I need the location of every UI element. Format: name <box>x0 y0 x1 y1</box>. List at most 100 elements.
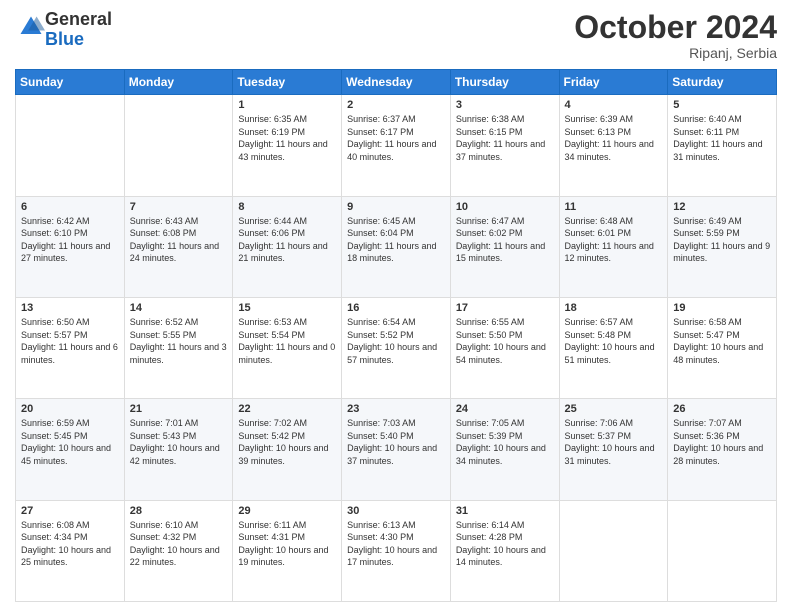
cell-info: Sunrise: 7:07 AM Sunset: 5:36 PM Dayligh… <box>673 417 771 467</box>
day-number: 25 <box>565 403 663 415</box>
day-number: 10 <box>456 201 554 213</box>
day-number: 28 <box>130 505 228 517</box>
calendar-header-row: SundayMondayTuesdayWednesdayThursdayFrid… <box>16 70 777 95</box>
calendar-cell <box>124 95 233 196</box>
day-number: 26 <box>673 403 771 415</box>
cell-info: Sunrise: 7:05 AM Sunset: 5:39 PM Dayligh… <box>456 417 554 467</box>
calendar-cell: 2 Sunrise: 6:37 AM Sunset: 6:17 PM Daylig… <box>342 95 451 196</box>
cell-info: Sunrise: 6:44 AM Sunset: 6:06 PM Dayligh… <box>238 215 336 265</box>
header: General Blue October 2024 Ripanj, Serbia <box>15 10 777 61</box>
day-number: 13 <box>21 302 119 314</box>
cell-info: Sunrise: 6:35 AM Sunset: 6:19 PM Dayligh… <box>238 113 336 163</box>
cell-info: Sunrise: 6:42 AM Sunset: 6:10 PM Dayligh… <box>21 215 119 265</box>
logo-blue-text: Blue <box>45 29 84 49</box>
cell-info: Sunrise: 6:13 AM Sunset: 4:30 PM Dayligh… <box>347 519 445 569</box>
day-number: 17 <box>456 302 554 314</box>
day-number: 6 <box>21 201 119 213</box>
cell-info: Sunrise: 7:01 AM Sunset: 5:43 PM Dayligh… <box>130 417 228 467</box>
cell-info: Sunrise: 6:08 AM Sunset: 4:34 PM Dayligh… <box>21 519 119 569</box>
calendar-cell: 24 Sunrise: 7:05 AM Sunset: 5:39 PM Dayli… <box>450 399 559 500</box>
calendar-cell: 27Sunrise: 6:08 AM Sunset: 4:34 PM Dayli… <box>16 500 125 601</box>
calendar-cell: 31Sunrise: 6:14 AM Sunset: 4:28 PM Dayli… <box>450 500 559 601</box>
cell-info: Sunrise: 6:11 AM Sunset: 4:31 PM Dayligh… <box>238 519 336 569</box>
cell-info: Sunrise: 6:58 AM Sunset: 5:47 PM Dayligh… <box>673 316 771 366</box>
day-number: 19 <box>673 302 771 314</box>
title-block: October 2024 Ripanj, Serbia <box>574 10 777 61</box>
day-number: 9 <box>347 201 445 213</box>
logo: General Blue <box>15 10 112 50</box>
day-number: 23 <box>347 403 445 415</box>
weekday-header-tuesday: Tuesday <box>233 70 342 95</box>
day-number: 18 <box>565 302 663 314</box>
calendar-cell: 6 Sunrise: 6:42 AM Sunset: 6:10 PM Daylig… <box>16 196 125 297</box>
cell-info: Sunrise: 7:03 AM Sunset: 5:40 PM Dayligh… <box>347 417 445 467</box>
cell-info: Sunrise: 6:59 AM Sunset: 5:45 PM Dayligh… <box>21 417 119 467</box>
calendar-cell: 28 Sunrise: 6:10 AM Sunset: 4:32 PM Dayli… <box>124 500 233 601</box>
cell-info: Sunrise: 6:54 AM Sunset: 5:52 PM Dayligh… <box>347 316 445 366</box>
day-number: 11 <box>565 201 663 213</box>
calendar-cell: 17 Sunrise: 6:55 AM Sunset: 5:50 PM Dayli… <box>450 297 559 398</box>
calendar-cell: 26 Sunrise: 7:07 AM Sunset: 5:36 PM Dayli… <box>668 399 777 500</box>
day-number: 1 <box>238 99 336 111</box>
cell-info: Sunrise: 6:10 AM Sunset: 4:32 PM Dayligh… <box>130 519 228 569</box>
cell-info: Sunrise: 6:49 AM Sunset: 5:59 PM Dayligh… <box>673 215 771 265</box>
calendar-cell: 9 Sunrise: 6:45 AM Sunset: 6:04 PM Daylig… <box>342 196 451 297</box>
cell-info: Sunrise: 6:53 AM Sunset: 5:54 PM Dayligh… <box>238 316 336 366</box>
calendar-cell: 23 Sunrise: 7:03 AM Sunset: 5:40 PM Dayli… <box>342 399 451 500</box>
calendar-week-5: 27Sunrise: 6:08 AM Sunset: 4:34 PM Dayli… <box>16 500 777 601</box>
cell-info: Sunrise: 6:55 AM Sunset: 5:50 PM Dayligh… <box>456 316 554 366</box>
cell-info: Sunrise: 6:52 AM Sunset: 5:55 PM Dayligh… <box>130 316 228 366</box>
day-number: 3 <box>456 99 554 111</box>
logo-icon <box>17 13 45 41</box>
calendar-cell <box>559 500 668 601</box>
day-number: 24 <box>456 403 554 415</box>
day-number: 4 <box>565 99 663 111</box>
weekday-header-saturday: Saturday <box>668 70 777 95</box>
calendar-cell: 21 Sunrise: 7:01 AM Sunset: 5:43 PM Dayli… <box>124 399 233 500</box>
cell-info: Sunrise: 6:47 AM Sunset: 6:02 PM Dayligh… <box>456 215 554 265</box>
day-number: 2 <box>347 99 445 111</box>
calendar-cell: 1 Sunrise: 6:35 AM Sunset: 6:19 PM Daylig… <box>233 95 342 196</box>
calendar-cell: 16Sunrise: 6:54 AM Sunset: 5:52 PM Dayli… <box>342 297 451 398</box>
weekday-header-monday: Monday <box>124 70 233 95</box>
calendar-cell: 25 Sunrise: 7:06 AM Sunset: 5:37 PM Dayli… <box>559 399 668 500</box>
day-number: 30 <box>347 505 445 517</box>
calendar-table: SundayMondayTuesdayWednesdayThursdayFrid… <box>15 69 777 602</box>
logo-general-text: General <box>45 9 112 29</box>
calendar-cell: 4Sunrise: 6:39 AM Sunset: 6:13 PM Daylig… <box>559 95 668 196</box>
cell-info: Sunrise: 6:40 AM Sunset: 6:11 PM Dayligh… <box>673 113 771 163</box>
calendar-cell: 18 Sunrise: 6:57 AM Sunset: 5:48 PM Dayli… <box>559 297 668 398</box>
day-number: 7 <box>130 201 228 213</box>
cell-info: Sunrise: 6:43 AM Sunset: 6:08 PM Dayligh… <box>130 215 228 265</box>
cell-info: Sunrise: 6:50 AM Sunset: 5:57 PM Dayligh… <box>21 316 119 366</box>
calendar-cell: 8Sunrise: 6:44 AM Sunset: 6:06 PM Daylig… <box>233 196 342 297</box>
cell-info: Sunrise: 6:14 AM Sunset: 4:28 PM Dayligh… <box>456 519 554 569</box>
calendar-cell: 3 Sunrise: 6:38 AM Sunset: 6:15 PM Daylig… <box>450 95 559 196</box>
cell-info: Sunrise: 6:57 AM Sunset: 5:48 PM Dayligh… <box>565 316 663 366</box>
calendar-cell: 13 Sunrise: 6:50 AM Sunset: 5:57 PM Dayli… <box>16 297 125 398</box>
cell-info: Sunrise: 6:37 AM Sunset: 6:17 PM Dayligh… <box>347 113 445 163</box>
day-number: 21 <box>130 403 228 415</box>
day-number: 22 <box>238 403 336 415</box>
cell-info: Sunrise: 7:06 AM Sunset: 5:37 PM Dayligh… <box>565 417 663 467</box>
calendar-cell <box>668 500 777 601</box>
day-number: 14 <box>130 302 228 314</box>
calendar-cell: 10 Sunrise: 6:47 AM Sunset: 6:02 PM Dayli… <box>450 196 559 297</box>
cell-info: Sunrise: 6:48 AM Sunset: 6:01 PM Dayligh… <box>565 215 663 265</box>
weekday-header-sunday: Sunday <box>16 70 125 95</box>
cell-info: Sunrise: 7:02 AM Sunset: 5:42 PM Dayligh… <box>238 417 336 467</box>
calendar-cell <box>16 95 125 196</box>
weekday-header-thursday: Thursday <box>450 70 559 95</box>
calendar-cell: 29 Sunrise: 6:11 AM Sunset: 4:31 PM Dayli… <box>233 500 342 601</box>
calendar-cell: 11 Sunrise: 6:48 AM Sunset: 6:01 PM Dayli… <box>559 196 668 297</box>
calendar-cell: 20 Sunrise: 6:59 AM Sunset: 5:45 PM Dayli… <box>16 399 125 500</box>
calendar-cell: 14 Sunrise: 6:52 AM Sunset: 5:55 PM Dayli… <box>124 297 233 398</box>
calendar-cell: 15Sunrise: 6:53 AM Sunset: 5:54 PM Dayli… <box>233 297 342 398</box>
day-number: 29 <box>238 505 336 517</box>
day-number: 20 <box>21 403 119 415</box>
calendar-cell: 19 Sunrise: 6:58 AM Sunset: 5:47 PM Dayli… <box>668 297 777 398</box>
cell-info: Sunrise: 6:38 AM Sunset: 6:15 PM Dayligh… <box>456 113 554 163</box>
cell-info: Sunrise: 6:45 AM Sunset: 6:04 PM Dayligh… <box>347 215 445 265</box>
month-title: October 2024 <box>574 10 777 45</box>
calendar-week-4: 20 Sunrise: 6:59 AM Sunset: 5:45 PM Dayli… <box>16 399 777 500</box>
